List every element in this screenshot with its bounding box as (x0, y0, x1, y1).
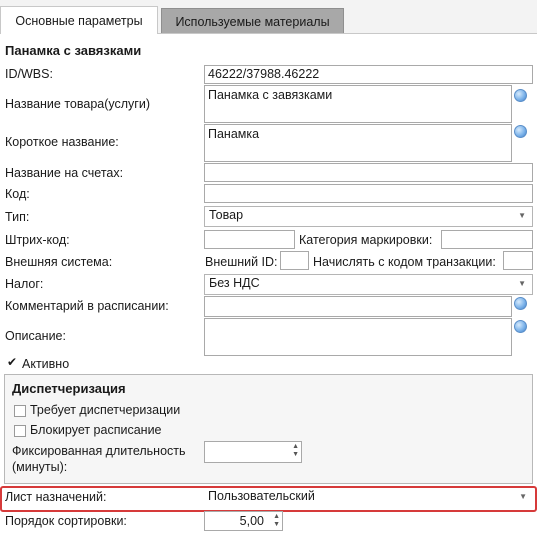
barcode-field[interactable] (204, 230, 295, 249)
checkmark-icon: ✔ (7, 355, 18, 369)
description-field[interactable] (204, 318, 512, 356)
blocks-schedule-label: Блокирует расписание (30, 423, 162, 437)
sort-order-stepper[interactable]: 5,00 ▲ ▼ (204, 511, 283, 531)
invoice-name-field[interactable] (204, 163, 533, 182)
tab-main-parameters[interactable]: Основные параметры (0, 6, 158, 34)
external-id-label: Внешний ID: (205, 255, 278, 269)
id-wbs-field[interactable]: 46222/37988.46222 (204, 65, 533, 84)
marking-category-label: Категория маркировки: (299, 233, 433, 247)
schedule-comment-label: Комментарий в расписании: (5, 299, 169, 313)
translate-globe-icon[interactable] (514, 125, 527, 138)
fixed-duration-stepper[interactable]: ▲ ▼ (204, 441, 302, 463)
active-checkbox[interactable]: ✔ (7, 355, 19, 370)
tab-strip: Основные параметры Используемые материал… (0, 0, 537, 34)
requires-dispatch-label: Требует диспетчеризации (30, 403, 181, 417)
sort-order-label: Порядок сортировки: (5, 514, 127, 528)
main-parameters-panel: Панамка с завязками ID/WBS: 46222/37988.… (0, 33, 537, 542)
fixed-duration-label-line1: Фиксированная длительность (12, 444, 186, 458)
accrue-with-code-label: Начислять с кодом транзакции: (313, 255, 496, 269)
translate-globe-icon[interactable] (514, 320, 527, 333)
requires-dispatch-checkbox[interactable] (14, 405, 26, 417)
product-name-field[interactable]: Панамка с завязками (204, 85, 512, 123)
accrue-with-code-field[interactable] (503, 251, 533, 270)
code-field[interactable] (204, 184, 533, 203)
id-wbs-label: ID/WBS: (5, 67, 53, 81)
tax-select-value: Без НДС (209, 276, 260, 290)
active-label: Активно (22, 357, 70, 371)
chevron-down-icon: ▼ (519, 492, 527, 501)
invoice-name-label: Название на счетах: (5, 166, 124, 180)
dispatch-group: Диспетчеризация Требует диспетчеризации … (4, 374, 533, 484)
stepper-arrows-icon[interactable]: ▲ ▼ (273, 513, 280, 529)
type-select-value: Товар (209, 208, 244, 222)
external-system-label: Внешняя система: (5, 255, 113, 269)
assignment-sheet-label: Лист назначений: (5, 490, 107, 504)
fixed-duration-label-line2: (минуты): (12, 460, 68, 474)
barcode-label: Штрих-код: (5, 233, 70, 247)
chevron-down-icon: ▼ (518, 279, 526, 288)
short-name-field[interactable]: Панамка (204, 124, 512, 162)
external-id-field[interactable] (280, 251, 309, 270)
code-label: Код: (5, 187, 30, 201)
short-name-label: Короткое название: (5, 135, 119, 149)
type-select[interactable]: Товар ▼ (204, 206, 533, 227)
tax-label: Налог: (5, 277, 44, 291)
section-title: Панамка с завязками (5, 43, 142, 58)
blocks-schedule-checkbox[interactable] (14, 425, 26, 437)
translate-globe-icon[interactable] (514, 89, 527, 102)
translate-globe-icon[interactable] (514, 297, 527, 310)
product-name-label: Название товара(услуги) (5, 97, 150, 111)
type-label: Тип: (5, 210, 30, 224)
stepper-arrows-icon[interactable]: ▲ ▼ (292, 443, 299, 459)
dispatch-title: Диспетчеризация (12, 381, 126, 396)
schedule-comment-field[interactable] (204, 296, 512, 317)
tab-used-materials[interactable]: Используемые материалы (161, 8, 344, 34)
sort-order-value: 5,00 (239, 514, 264, 528)
assignment-sheet-value: Пользовательский (208, 489, 315, 503)
assignment-sheet-select[interactable]: Пользовательский ▼ (204, 488, 533, 508)
marking-category-field[interactable] (441, 230, 533, 249)
tax-select[interactable]: Без НДС ▼ (204, 274, 533, 295)
chevron-down-icon: ▼ (518, 211, 526, 220)
description-label: Описание: (5, 329, 66, 343)
